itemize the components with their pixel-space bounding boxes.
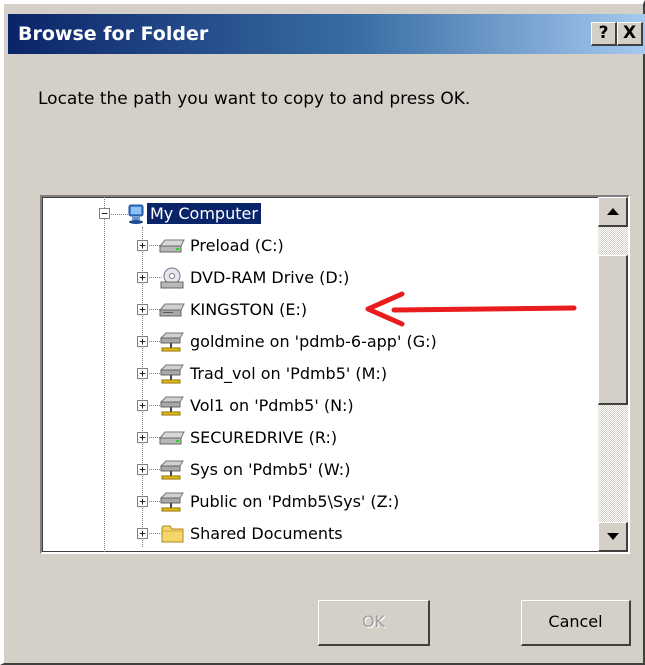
network-drive-icon	[159, 492, 184, 512]
expand-icon[interactable]: +	[137, 336, 148, 347]
tree-item-n-drive[interactable]: + Vol1 on 'Pdmb5' (N:)	[42, 394, 592, 418]
tree-item-m-drive[interactable]: + Trad_vol on 'Pdmb5' (M:)	[42, 362, 592, 386]
scroll-up-button[interactable]	[598, 197, 628, 227]
expand-icon[interactable]: +	[137, 400, 148, 411]
red-arrow-annotation	[365, 291, 577, 327]
tree-root-row[interactable]: − My Computer	[42, 202, 592, 226]
instruction-text: Locate the path you want to copy to and …	[38, 89, 471, 109]
expand-icon[interactable]: +	[137, 496, 148, 507]
tree-item-g-drive[interactable]: + goldmine on 'pdmb-6-app' (G:)	[42, 330, 592, 354]
expand-icon[interactable]: +	[137, 272, 148, 283]
help-button[interactable]: ?	[591, 22, 617, 46]
tree-item-c-drive[interactable]: + Preload (C:)	[42, 234, 592, 258]
tree-item-label[interactable]: Public on 'Pdmb5\Sys' (Z:)	[190, 491, 399, 512]
ok-button[interactable]: OK	[318, 600, 430, 646]
tree-root-label[interactable]: My Computer	[146, 202, 262, 225]
folder-icon	[161, 525, 184, 543]
network-drive-icon	[159, 364, 184, 384]
scroll-down-button[interactable]	[598, 522, 628, 552]
dvd-drive-icon	[160, 267, 184, 289]
tree-item-z-drive[interactable]: + Public on 'Pdmb5\Sys' (Z:)	[42, 490, 592, 514]
tree-item-label[interactable]: Shared Documents	[190, 523, 343, 544]
removable-drive-icon	[159, 303, 185, 317]
network-drive-icon	[159, 460, 184, 480]
tree-item-w-drive[interactable]: + Sys on 'Pdmb5' (W:)	[42, 458, 592, 482]
folder-tree[interactable]: − My Computer + Preload (C:) + DVD-RAM D…	[40, 195, 630, 554]
close-button[interactable]: X	[617, 22, 643, 46]
scroll-thumb[interactable]	[598, 255, 628, 405]
tree-item-label[interactable]: goldmine on 'pdmb-6-app' (G:)	[190, 331, 437, 352]
tree-item-d-drive[interactable]: + DVD-RAM Drive (D:)	[42, 266, 592, 290]
tree-item-label[interactable]: KINGSTON (E:)	[190, 299, 307, 320]
hard-drive-icon	[159, 239, 185, 253]
expand-icon[interactable]: +	[137, 432, 148, 443]
arrow-up-icon	[607, 208, 619, 215]
window-title: Browse for Folder	[18, 23, 209, 45]
title-bar[interactable]: Browse for Folder ? X	[8, 14, 645, 54]
expand-icon[interactable]: +	[137, 304, 148, 315]
network-drive-icon	[159, 396, 184, 416]
tree-item-r-drive[interactable]: + SECUREDRIVE (R:)	[42, 426, 592, 450]
tree-item-label[interactable]: SECUREDRIVE (R:)	[190, 427, 337, 448]
browse-for-folder-dialog: Browse for Folder ? X Locate the path yo…	[0, 0, 645, 665]
tree-item-label[interactable]: Vol1 on 'Pdmb5' (N:)	[190, 395, 354, 416]
expand-icon[interactable]: +	[137, 368, 148, 379]
expand-icon[interactable]: +	[137, 528, 148, 539]
collapse-icon[interactable]: −	[99, 208, 110, 219]
tree-item-label[interactable]: Preload (C:)	[190, 235, 284, 256]
computer-icon	[128, 204, 144, 224]
cancel-button[interactable]: Cancel	[521, 600, 631, 646]
tree-item-shared-documents[interactable]: + Shared Documents	[42, 522, 592, 546]
network-drive-icon	[159, 332, 184, 352]
tree-item-label[interactable]: Sys on 'Pdmb5' (W:)	[190, 459, 350, 480]
expand-icon[interactable]: +	[137, 240, 148, 251]
arrow-down-icon	[607, 533, 619, 540]
hard-drive-icon	[159, 431, 185, 445]
tree-item-label[interactable]: Trad_vol on 'Pdmb5' (M:)	[190, 363, 387, 384]
expand-icon[interactable]: +	[137, 464, 148, 475]
tree-item-label[interactable]: DVD-RAM Drive (D:)	[190, 267, 349, 288]
vertical-scrollbar[interactable]	[598, 197, 628, 552]
